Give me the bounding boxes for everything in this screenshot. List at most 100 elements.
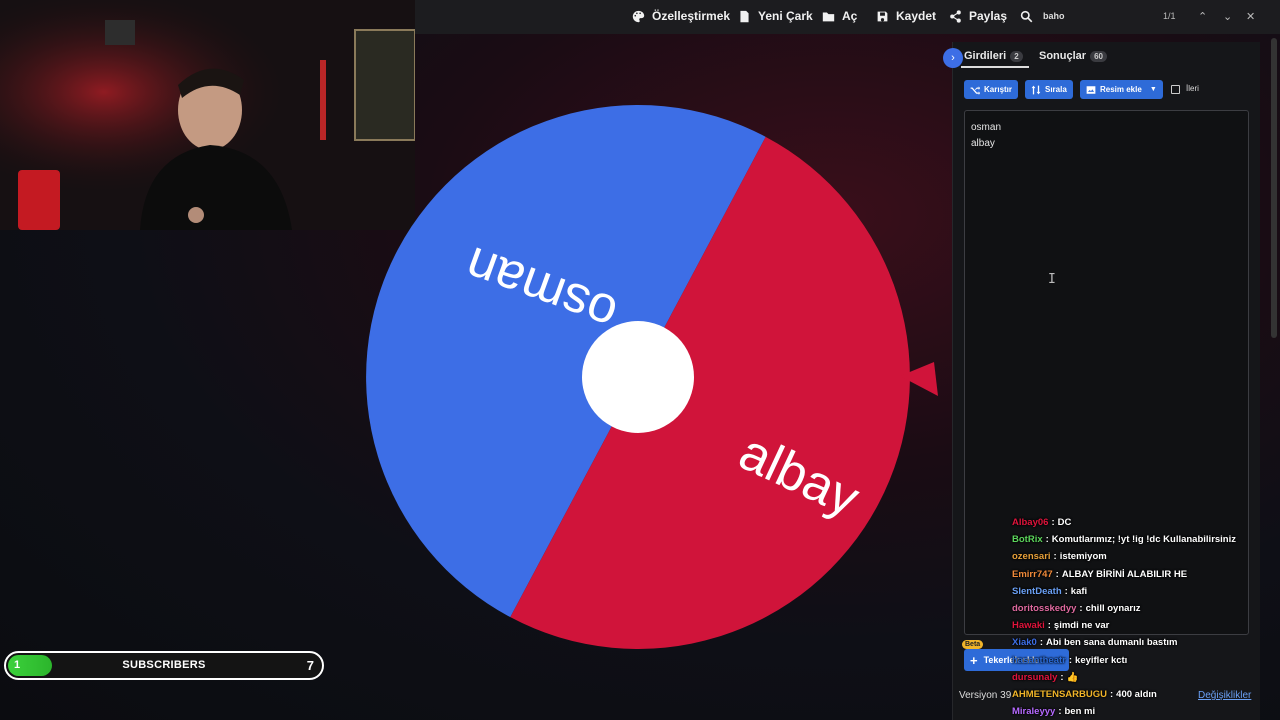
- chat-separator: :: [1060, 671, 1064, 683]
- chat-separator: :: [1053, 551, 1057, 563]
- tab-entries[interactable]: Girdileri 2: [964, 50, 1023, 62]
- chat-text: ben mi: [1064, 706, 1096, 718]
- chat-text: 👍: [1066, 671, 1079, 683]
- folder-icon: [822, 11, 835, 21]
- palette-icon: [632, 10, 645, 22]
- chat-text: kafi: [1070, 585, 1088, 597]
- chat-username: Hawaki: [1012, 620, 1045, 632]
- chat-message: BotRix : Komutlarımız; !yt !ig !dc Kulla…: [1012, 531, 1280, 548]
- chat-text: keyifler kctı: [1075, 654, 1128, 666]
- file-icon: [740, 10, 749, 22]
- chat-username: Albay06: [1012, 517, 1049, 529]
- chat-message: dursunaly : 👍: [1012, 669, 1280, 686]
- sort-label: Sırala: [1045, 85, 1067, 94]
- chat-username: Miraleyyy: [1012, 706, 1056, 718]
- shuffle-label: Karıştır: [984, 85, 1013, 94]
- search-icon: [1020, 10, 1033, 23]
- chat-separator: :: [1079, 603, 1083, 615]
- open-label: Aç: [842, 9, 858, 23]
- sort-button[interactable]: Sırala: [1025, 80, 1073, 99]
- chat-message: Albay06 : DC: [1012, 514, 1280, 531]
- open-button[interactable]: Aç: [822, 9, 857, 23]
- chat-message: AHMETENSARBUGU : 400 aldın: [1012, 686, 1280, 703]
- chat-message: Xiak0 : Abi ben sana dumanlı bastım: [1012, 634, 1280, 651]
- chat-text: istemiyom: [1059, 551, 1107, 563]
- chat-separator: :: [1110, 688, 1114, 700]
- tab-results-count: 60: [1090, 50, 1107, 62]
- chat-separator: :: [1064, 585, 1068, 597]
- webcam-image: [0, 0, 415, 230]
- chat-username: Xiak0: [1012, 637, 1037, 649]
- chat-separator: :: [1068, 654, 1073, 666]
- wheel-graphic[interactable]: osman albay: [362, 103, 914, 655]
- active-tab-indicator: [961, 66, 1029, 68]
- entry-line: albay: [971, 138, 995, 149]
- shuffle-icon: [970, 85, 980, 95]
- chat-text: DC: [1057, 517, 1072, 529]
- wheel[interactable]: osman albay: [362, 103, 914, 655]
- text-cursor-icon: I: [1048, 272, 1056, 287]
- tab-results-label: Sonuçlar: [1039, 50, 1087, 62]
- chat-overlay: Albay06 : DC BotRix : Komutlarımız; !yt !…: [1012, 514, 1280, 720]
- panel-tabs: › Girdileri 2 Sonuçlar 60: [943, 42, 1261, 70]
- chat-separator: :: [1045, 534, 1049, 546]
- tab-results[interactable]: Sonuçlar 60: [1039, 50, 1107, 62]
- find-prev-icon[interactable]: ⌃: [1198, 10, 1207, 23]
- beta-badge: Beta: [962, 640, 984, 649]
- chat-separator: :: [1055, 568, 1059, 580]
- find-input[interactable]: baho: [1043, 11, 1065, 21]
- new-wheel-button[interactable]: Yeni Çark: [738, 9, 813, 23]
- find-count: 1/1: [1163, 11, 1176, 21]
- chat-text: chill oynarız: [1085, 603, 1141, 615]
- chat-text: 400 aldın: [1116, 688, 1157, 700]
- subscribers-goal-bar: 1 SUBSCRIBERS 7: [4, 651, 324, 680]
- chat-username: dursunaly: [1012, 671, 1058, 683]
- image-icon: [1086, 85, 1096, 94]
- chat-text: şimdi ne var: [1053, 620, 1110, 632]
- share-icon: [950, 9, 961, 23]
- tab-entries-label: Girdileri: [964, 50, 1007, 62]
- chat-text: Abi ben sana dumanlı bastım: [1046, 637, 1178, 649]
- collapse-panel-icon[interactable]: ›: [943, 48, 963, 68]
- save-icon: [877, 11, 888, 21]
- page-scrollbar[interactable]: [1271, 38, 1277, 338]
- subscribers-label: SUBSCRIBERS: [122, 659, 206, 671]
- subscribers-goal: 7: [306, 658, 314, 673]
- find-close-icon[interactable]: ✕: [1246, 10, 1255, 23]
- share-button[interactable]: Paylaş: [949, 9, 1007, 23]
- webcam-overlay: [0, 0, 415, 230]
- chat-username: AHMETENSARBUGU: [1012, 688, 1107, 700]
- chat-message: Miraleyyy : ben mi: [1012, 703, 1280, 720]
- tab-entries-count: 2: [1010, 50, 1023, 62]
- chat-username: SlentDeath: [1012, 585, 1062, 597]
- chat-message: SlentDeath : kafi: [1012, 583, 1280, 600]
- chat-message: ozensari : istemiyom: [1012, 548, 1280, 565]
- chat-username: hasantheatr: [1012, 654, 1066, 666]
- chat-text: ALBAY BİRİNİ ALABILIR HE: [1061, 568, 1188, 580]
- chat-message: Emirr747 : ALBAY BİRİNİ ALABILIR HE: [1012, 566, 1280, 583]
- sort-icon: [1031, 85, 1041, 94]
- save-label: Kaydet: [896, 9, 937, 23]
- shuffle-button[interactable]: Karıştır: [964, 80, 1019, 99]
- plus-icon: +: [970, 652, 978, 668]
- chat-separator: :: [1058, 706, 1062, 718]
- find-next-icon[interactable]: ⌄: [1223, 10, 1232, 23]
- advanced-checkbox[interactable]: [1171, 85, 1180, 94]
- chat-message: doritosskedyy : chill oynarız: [1012, 600, 1280, 617]
- version-label: Versiyon 39: [959, 690, 1012, 701]
- chat-separator: :: [1051, 517, 1055, 529]
- chevron-down-icon: ▼: [1149, 86, 1157, 93]
- chat-username: BotRix: [1012, 534, 1043, 546]
- chat-separator: :: [1039, 637, 1043, 649]
- share-label: Paylaş: [969, 9, 1008, 23]
- customize-button[interactable]: Özelleştirmek: [632, 9, 730, 23]
- advanced-label: İleri: [1186, 84, 1199, 93]
- chat-text: Komutlarımız; !yt !ig !dc Kullanabilirsi…: [1051, 534, 1237, 546]
- new-wheel-label: Yeni Çark: [758, 9, 813, 23]
- add-image-button[interactable]: Resim ekle ▼: [1080, 80, 1163, 99]
- save-button[interactable]: Kaydet: [876, 9, 936, 23]
- chat-username: ozensari: [1012, 551, 1051, 563]
- chat-separator: :: [1047, 620, 1051, 632]
- chat-message: Hawaki : şimdi ne var: [1012, 617, 1280, 634]
- chat-username: Emirr747: [1012, 568, 1053, 580]
